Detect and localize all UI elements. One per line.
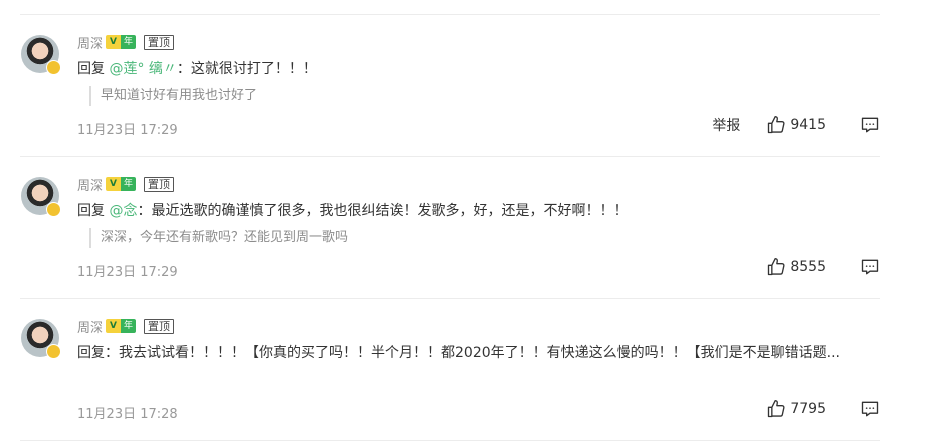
reply-button[interactable] [860, 115, 880, 135]
reply-prefix: 回复 [77, 203, 105, 219]
like-count: 8555 [790, 259, 826, 275]
comment-meta: 周深 V 年 置顶 [77, 33, 175, 52]
quoted-comment: 早知道讨好有用我也讨好了 [89, 86, 257, 106]
vip-badge-icon [46, 60, 61, 75]
comment-time: 11月23日 17:29 [77, 123, 178, 138]
report-button[interactable]: 举报 [712, 115, 740, 135]
vip-badge: V 年 [106, 35, 137, 49]
comment-meta: 周深 V 年 置顶 [77, 175, 175, 194]
comment-item: 周深 V 年 置顶 回复 @念：最近选歌的确谨慎了很多，我也很纠结诶！发歌多，好… [20, 157, 880, 299]
comment-icon [861, 259, 879, 275]
vip-year-label: 年 [121, 177, 137, 191]
username[interactable]: 周深 [77, 317, 103, 336]
comment-actions: 7795 [766, 399, 880, 419]
reply-button[interactable] [860, 257, 880, 277]
quoted-comment: 深深，今年还有新歌吗？还能见到周一歌吗 [89, 228, 348, 248]
comment-actions: 8555 [766, 257, 880, 277]
thumbs-up-icon [768, 258, 785, 276]
comment-text: 回复 @莲° 缡〃：这就很讨打了！！！ [77, 58, 317, 78]
reply-prefix: 回复 [77, 61, 105, 77]
vip-logo-icon: V [106, 35, 122, 49]
comment-body: ：这就很讨打了！！！ [176, 61, 317, 77]
comment-body: ：我去试试看！！！！【你真的买了吗！！半个月！！都2020年了！！有快递这么慢的… [105, 345, 840, 361]
comment-actions: 举报 9415 [712, 115, 880, 135]
pinned-badge: 置顶 [144, 176, 175, 192]
vip-badge-icon [46, 202, 61, 217]
pinned-badge: 置顶 [144, 318, 175, 334]
reply-prefix: 回复 [77, 345, 105, 361]
comment-body: ：最近选歌的确谨慎了很多，我也很纠结诶！发歌多，好，还是，不好啊！！！ [137, 203, 628, 219]
comment-time: 11月23日 17:29 [77, 265, 178, 280]
thumbs-up-icon [768, 400, 785, 418]
vip-badge-icon [46, 344, 61, 359]
comment-item: 周深 V 年 置顶 回复 @莲° 缡〃：这就很讨打了！！！ 早知道讨好有用我也讨… [20, 15, 880, 157]
comment-icon [861, 401, 879, 417]
comment-list: 周深 V 年 置顶 回复 @莲° 缡〃：这就很讨打了！！！ 早知道讨好有用我也讨… [20, 14, 880, 441]
comment-text: 回复 @念：最近选歌的确谨慎了很多，我也很纠结诶！发歌多，好，还是，不好啊！！！ [77, 200, 627, 220]
vip-logo-icon: V [106, 177, 122, 191]
mention-link[interactable]: @莲° 缡〃 [109, 61, 176, 77]
vip-year-label: 年 [121, 319, 137, 333]
like-button[interactable]: 9415 [766, 115, 826, 135]
like-count: 7795 [790, 401, 826, 417]
avatar[interactable] [21, 35, 61, 75]
comment-time: 11月23日 17:28 [77, 407, 178, 422]
vip-badge: V 年 [106, 319, 137, 333]
vip-logo-icon: V [106, 319, 122, 333]
like-count: 9415 [790, 117, 826, 133]
vip-badge: V 年 [106, 177, 137, 191]
avatar[interactable] [21, 319, 61, 359]
like-button[interactable]: 7795 [766, 399, 826, 419]
comment-meta: 周深 V 年 置顶 [77, 317, 175, 336]
pinned-badge: 置顶 [144, 34, 175, 50]
vip-year-label: 年 [121, 35, 137, 49]
avatar[interactable] [21, 177, 61, 217]
reply-button[interactable] [860, 399, 880, 419]
username[interactable]: 周深 [77, 175, 103, 194]
mention-link[interactable]: @念 [109, 203, 137, 219]
comment-icon [861, 117, 879, 133]
like-button[interactable]: 8555 [766, 257, 826, 277]
comment-text: 回复：我去试试看！！！！【你真的买了吗！！半个月！！都2020年了！！有快递这么… [77, 342, 840, 362]
username[interactable]: 周深 [77, 33, 103, 52]
thumbs-up-icon [768, 116, 785, 134]
